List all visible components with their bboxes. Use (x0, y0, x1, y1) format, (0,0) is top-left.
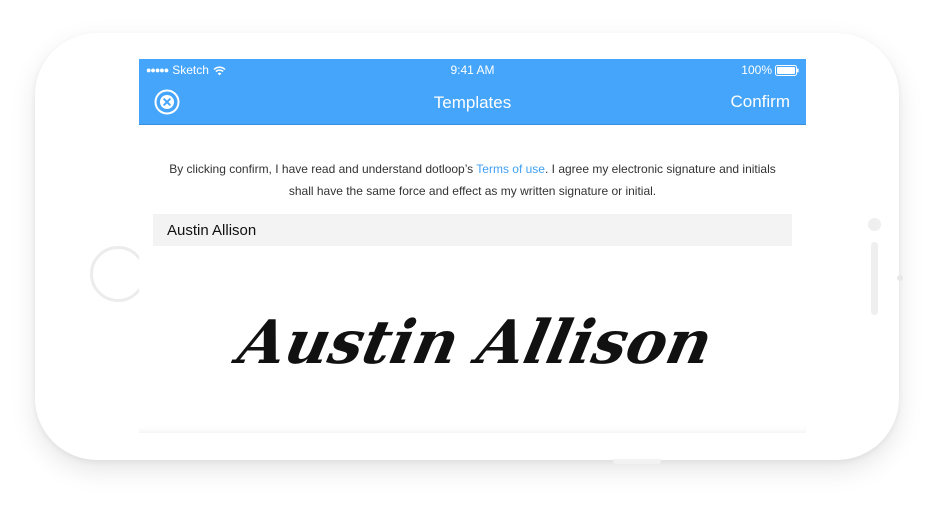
side-button (613, 459, 661, 464)
signature-text: Austin Allison (227, 308, 718, 378)
speaker-grille (871, 242, 878, 315)
battery-icon (775, 64, 799, 76)
signer-name-bar: Austin Allison (153, 214, 792, 246)
home-button[interactable] (90, 246, 146, 302)
confirm-button[interactable]: Confirm (730, 92, 790, 112)
stage: ●●●●● Sketch 9:41 AM 100% Templates Conf… (0, 0, 932, 509)
status-time: 9:41 AM (450, 63, 495, 77)
status-bar: ●●●●● Sketch 9:41 AM 100% (139, 59, 806, 81)
signature-image: Austin Allison (227, 308, 718, 378)
terms-text: By clicking confirm, I have read and und… (163, 158, 782, 202)
screen: ●●●●● Sketch 9:41 AM 100% Templates Conf… (139, 59, 806, 433)
front-camera (868, 218, 881, 231)
nav-title: Templates (433, 93, 512, 112)
terms-of-use-link[interactable]: Terms of use (476, 162, 545, 176)
signature-area[interactable]: Austin Allison (153, 265, 792, 415)
signer-name: Austin Allison (167, 222, 257, 239)
battery-percent: 100% (741, 63, 772, 77)
status-right: 100% (741, 63, 799, 77)
nav-bar: Templates Confirm (139, 81, 806, 125)
proximity-sensor (897, 275, 903, 281)
terms-text-before: By clicking confirm, I have read and und… (169, 162, 477, 176)
